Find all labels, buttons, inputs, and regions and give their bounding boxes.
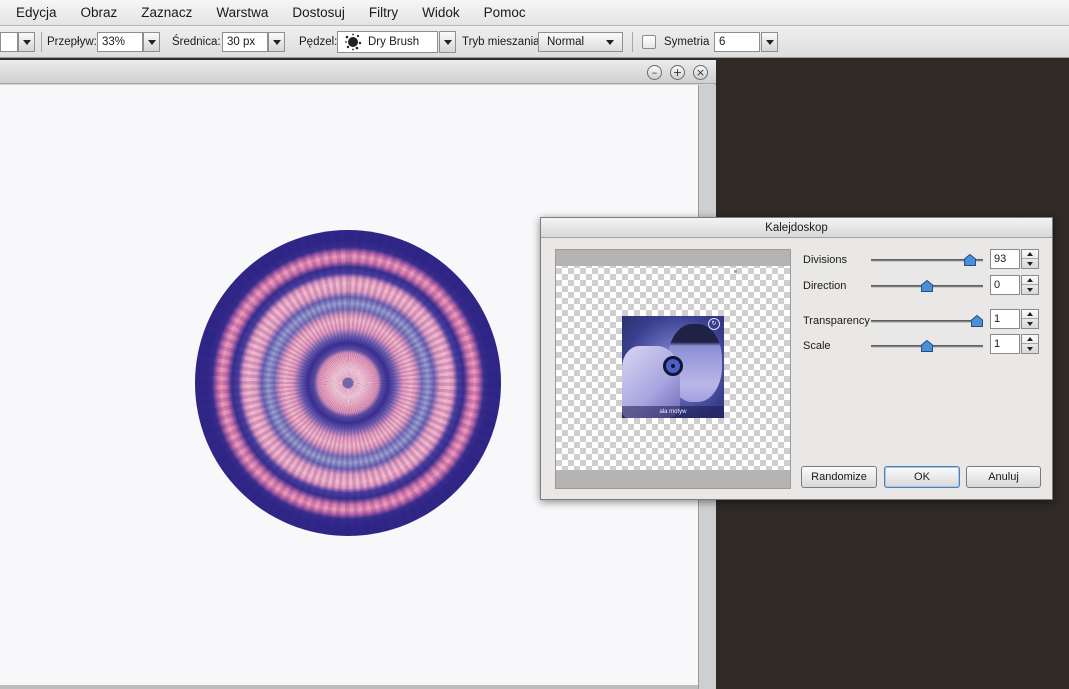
brush-selector[interactable]: Dry Brush	[337, 31, 438, 53]
spin-down-icon[interactable]	[1022, 285, 1038, 294]
menu-dostosuj[interactable]: Dostosuj	[280, 0, 357, 26]
spin-up-icon[interactable]	[1022, 276, 1038, 285]
kaleidoscope-rays-overlay	[195, 230, 501, 536]
scale-slider-thumb[interactable]	[921, 340, 933, 352]
menu-obraz[interactable]: Obraz	[69, 0, 130, 26]
cancel-button[interactable]: Anuluj	[966, 466, 1041, 488]
close-icon[interactable]: ×	[693, 65, 708, 80]
kaleidoscope-dialog: Kalejdoskop ↻ ala motyw Divisions 93 Dir…	[540, 217, 1053, 500]
menu-filtry[interactable]: Filtry	[357, 0, 410, 26]
direction-field[interactable]: 0	[990, 275, 1020, 295]
preview-marker	[734, 270, 737, 273]
diameter-dropdown-button[interactable]	[268, 32, 285, 52]
toolbar-divider	[41, 32, 42, 52]
options-toolbar: Przepływ: 33% Średnica: 30 px Pędzel: Dr…	[0, 26, 1069, 58]
menu-zaznacz[interactable]: Zaznacz	[129, 0, 204, 26]
preview-bottom-band	[556, 470, 790, 488]
brush-label: Pędzel:	[299, 36, 338, 48]
transparency-slider-track[interactable]	[871, 320, 983, 323]
blend-mode-value: Normal	[547, 36, 585, 48]
minimize-icon[interactable]: –	[647, 65, 662, 80]
blend-mode-select[interactable]: Normal	[538, 32, 623, 52]
diameter-field[interactable]: 30 px	[222, 32, 268, 52]
symmetry-checkbox[interactable]	[642, 35, 656, 49]
preview-top-band	[556, 250, 790, 266]
scale-label: Scale	[803, 340, 831, 352]
ok-button[interactable]: OK	[884, 466, 960, 488]
divisions-field[interactable]: 93	[990, 249, 1020, 269]
divisions-spinner[interactable]	[1021, 249, 1039, 269]
spin-up-icon[interactable]	[1022, 250, 1038, 259]
brush-name: Dry Brush	[368, 36, 420, 48]
rotate-handle-icon[interactable]: ↻	[708, 318, 720, 330]
toolbar-divider	[632, 32, 633, 52]
symmetry-label: Symetria	[664, 36, 710, 48]
chevron-down-icon	[272, 39, 281, 45]
diameter-label: Średnica:	[172, 36, 221, 48]
document-titlebar[interactable]: – + ×	[0, 60, 716, 84]
maximize-icon[interactable]: +	[670, 65, 685, 80]
direction-label: Direction	[803, 280, 847, 292]
flow-label: Przepływ:	[47, 36, 97, 48]
divisions-label: Divisions	[803, 254, 848, 266]
spin-down-icon[interactable]	[1022, 344, 1038, 353]
center-handle-icon[interactable]	[663, 356, 683, 376]
tool-preset-field[interactable]	[0, 32, 18, 52]
horizontal-scrollbar[interactable]	[0, 685, 698, 689]
chevron-down-icon	[443, 39, 452, 45]
symmetry-dropdown-button[interactable]	[761, 32, 778, 52]
spin-down-icon[interactable]	[1022, 319, 1038, 328]
chevron-down-icon	[606, 40, 614, 45]
preview-panel[interactable]: ↻ ala motyw	[555, 249, 791, 489]
tool-preset-dropdown-button[interactable]	[18, 32, 35, 52]
menu-bar: Edycja Obraz Zaznacz Warstwa Dostosuj Fi…	[0, 0, 1069, 26]
spin-up-icon[interactable]	[1022, 310, 1038, 319]
photo-caption: ala motyw	[622, 406, 724, 418]
menu-widok[interactable]: Widok	[410, 0, 472, 26]
direction-spinner[interactable]	[1021, 275, 1039, 295]
dry-brush-icon	[345, 33, 362, 51]
menu-pomoc[interactable]: Pomoc	[472, 0, 538, 26]
transparency-field[interactable]: 1	[990, 309, 1020, 329]
transparency-slider-thumb[interactable]	[971, 315, 983, 327]
flow-field[interactable]: 33%	[97, 32, 143, 52]
spin-up-icon[interactable]	[1022, 335, 1038, 344]
scale-spinner[interactable]	[1021, 334, 1039, 354]
preview-photo[interactable]: ↻ ala motyw	[622, 316, 724, 418]
transparency-spinner[interactable]	[1021, 309, 1039, 329]
scale-field[interactable]: 1	[990, 334, 1020, 354]
spin-down-icon[interactable]	[1022, 259, 1038, 268]
symmetry-field[interactable]: 6	[714, 32, 760, 52]
divisions-slider-thumb[interactable]	[964, 254, 976, 266]
direction-slider-thumb[interactable]	[921, 280, 933, 292]
menu-warstwa[interactable]: Warstwa	[204, 0, 280, 26]
center-handle-dot	[671, 364, 675, 368]
chevron-down-icon	[765, 39, 774, 45]
transparency-label: Transparency	[803, 315, 870, 327]
chevron-down-icon	[22, 39, 31, 45]
blend-mode-label: Tryb mieszania:	[462, 36, 543, 48]
brush-dropdown-button[interactable]	[439, 31, 456, 53]
dialog-title[interactable]: Kalejdoskop	[541, 218, 1052, 238]
menu-edycja[interactable]: Edycja	[0, 0, 69, 26]
chevron-down-icon	[147, 39, 156, 45]
randomize-button[interactable]: Randomize	[801, 466, 877, 488]
flow-dropdown-button[interactable]	[143, 32, 160, 52]
